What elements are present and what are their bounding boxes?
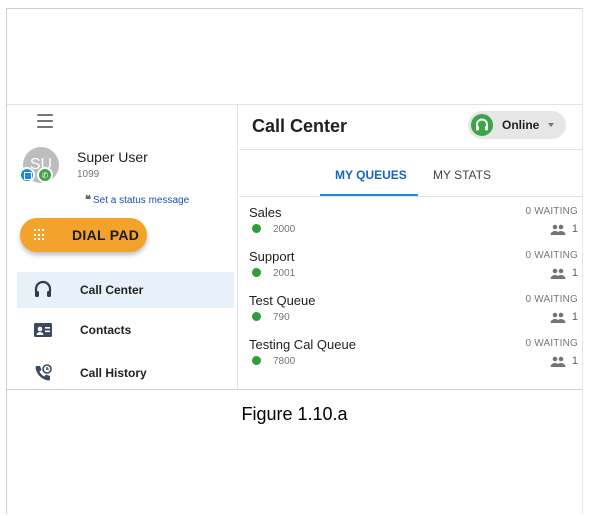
queue-status-dot-icon: [252, 312, 261, 321]
queue-waiting-count: 0 WAITING: [525, 250, 578, 261]
queue-extension: 790: [273, 312, 290, 323]
online-status-circle: [471, 114, 493, 136]
queue-status-dot-icon: [252, 268, 261, 277]
queue-name: Testing Cal Queue: [249, 337, 356, 352]
queue-agent-count: 1: [571, 311, 578, 323]
sidebar-item-contacts[interactable]: Contacts: [17, 312, 234, 348]
queue-row[interactable]: Test Queue 790 0 WAITING 1: [239, 293, 582, 337]
tab-my-queues[interactable]: MY QUEUES: [335, 168, 407, 182]
queue-waiting-count: 0 WAITING: [525, 206, 578, 217]
queue-row[interactable]: Testing Cal Queue 7800 0 WAITING 1: [239, 337, 582, 381]
people-icon: [550, 356, 566, 367]
queue-extension: 2000: [273, 224, 296, 235]
sidebar-item-call-history[interactable]: Call History: [17, 355, 234, 389]
set-status-message-link[interactable]: Set a status message: [93, 195, 189, 206]
people-icon: [550, 224, 566, 235]
dialpad-icon: [34, 229, 46, 241]
contact-card-icon: [34, 323, 52, 337]
queue-extension: 2001: [273, 268, 296, 279]
sidebar-item-label: Contacts: [80, 323, 132, 337]
phone-history-icon: [35, 364, 52, 381]
presence-phone-badge-icon: ✆: [37, 167, 53, 183]
queue-agent-count: 1: [571, 355, 578, 367]
presence-status-dropdown[interactable]: Online: [468, 111, 566, 139]
queue-waiting-count: 0 WAITING: [525, 294, 578, 305]
queue-name: Test Queue: [249, 293, 316, 308]
queue-waiting-count: 0 WAITING: [525, 338, 578, 349]
dial-pad-button[interactable]: DIAL PAD: [20, 218, 147, 252]
hamburger-menu-icon[interactable]: [37, 114, 53, 128]
status-label: Online: [502, 118, 540, 132]
sidebar-item-label: Call History: [80, 366, 147, 380]
queue-agent-count: 1: [571, 223, 578, 235]
queue-name: Sales: [249, 205, 282, 220]
figure-caption: Figure 1.10.a: [241, 404, 348, 424]
chevron-down-icon: [548, 123, 554, 127]
dial-pad-label: DIAL PAD: [72, 227, 140, 243]
queue-agent-count: 1: [571, 267, 578, 279]
main-panel: Call Center Online MY QUEUES MY STATS Sa…: [239, 105, 582, 389]
queue-row[interactable]: Support 2001 0 WAITING 1: [239, 249, 582, 293]
presence-chat-badge-icon: [19, 167, 35, 183]
user-name: Super User: [77, 149, 148, 165]
queue-row[interactable]: Sales 2000 0 WAITING 1: [239, 205, 582, 249]
people-icon: [550, 312, 566, 323]
quote-icon: ❝: [85, 194, 91, 206]
divider: [239, 196, 582, 197]
queue-name: Support: [249, 249, 295, 264]
app-window: SU ✆ Super User 1099 ❝ Set a status mess…: [7, 104, 582, 390]
headset-icon: [34, 280, 52, 297]
sidebar-item-call-center[interactable]: Call Center: [17, 272, 234, 308]
user-extension: 1099: [77, 169, 100, 180]
page-title: Call Center: [252, 116, 348, 136]
queue-status-dot-icon: [252, 224, 261, 233]
queue-status-dot-icon: [252, 356, 261, 365]
headset-icon: [476, 118, 488, 131]
tab-my-stats[interactable]: MY STATS: [433, 168, 491, 182]
sidebar-item-label: Call Center: [80, 283, 144, 297]
queue-extension: 7800: [273, 356, 296, 367]
people-icon: [550, 268, 566, 279]
sidebar: SU ✆ Super User 1099 ❝ Set a status mess…: [7, 105, 238, 389]
divider: [239, 149, 582, 150]
